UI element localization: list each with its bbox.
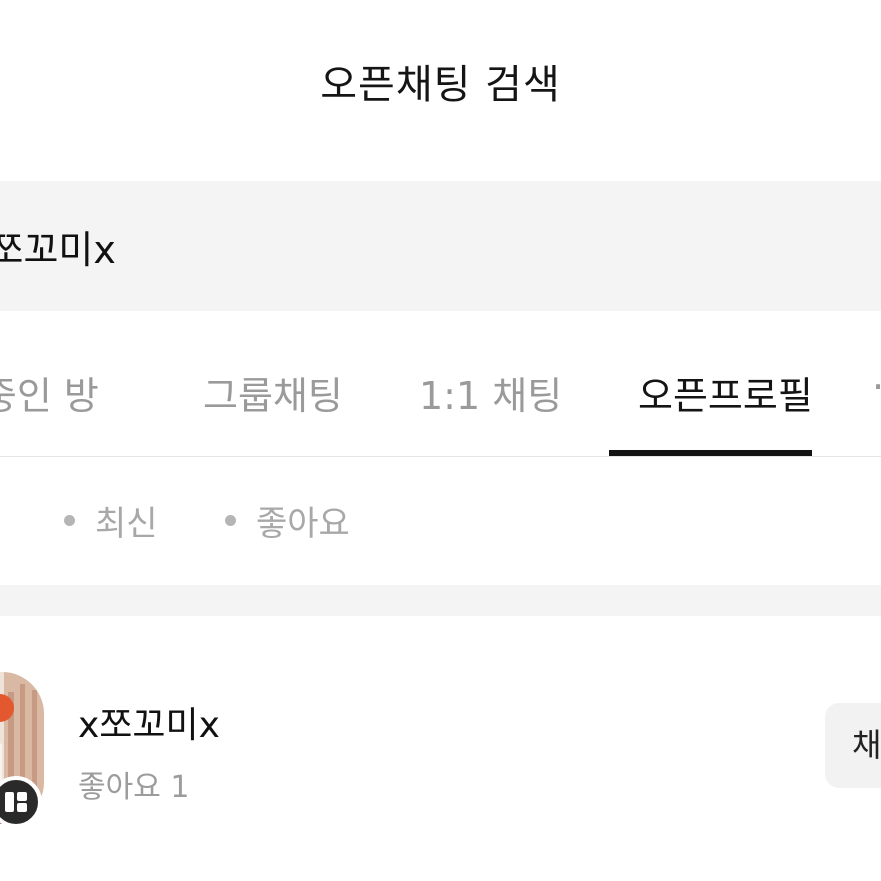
search-input[interactable]: x쪼꼬미x bbox=[0, 181, 881, 311]
bullet-icon bbox=[64, 515, 75, 526]
like-count: 좋아요 1 bbox=[78, 770, 190, 805]
sort-option-label: 좋아요 bbox=[256, 504, 350, 544]
open-chat-search-screen: 오픈채팅 검색 x쪼꼬미x 대화중인 방 그룹채팅 1:1 채팅 오픈프로필 ·… bbox=[0, 0, 881, 881]
sort-bar: 최신 좋아요 bbox=[0, 456, 881, 585]
tab-group-chat[interactable]: 그룹채팅 bbox=[203, 365, 343, 420]
list-item[interactable]: x쪼꼬미x 좋아요 1 채팅 bbox=[0, 616, 881, 881]
tab-bar: 대화중인 방 그룹채팅 1:1 채팅 오픈프로필 · bbox=[0, 311, 881, 457]
sort-option-likes[interactable]: 좋아요 bbox=[225, 496, 350, 545]
search-query: x쪼꼬미x bbox=[0, 228, 116, 272]
chat-button[interactable]: 채팅 bbox=[825, 703, 881, 788]
header: 오픈채팅 검색 bbox=[0, 0, 881, 165]
page-title: 오픈채팅 검색 bbox=[320, 62, 561, 108]
bullet-icon bbox=[225, 515, 236, 526]
tab-open-profile[interactable]: 오픈프로필 bbox=[638, 365, 813, 420]
section-divider bbox=[0, 585, 881, 616]
sort-option-label: 최신 bbox=[95, 504, 158, 544]
tab-one-on-one-chat[interactable]: 1:1 채팅 bbox=[419, 365, 562, 420]
tab-joined-rooms[interactable]: 대화중인 방 bbox=[0, 365, 99, 420]
sort-option-latest[interactable]: 최신 bbox=[64, 496, 158, 545]
avatar-container[interactable] bbox=[0, 672, 44, 828]
profile-name: x쪼꼬미x bbox=[78, 705, 220, 746]
tab-more[interactable]: · bbox=[872, 365, 881, 409]
